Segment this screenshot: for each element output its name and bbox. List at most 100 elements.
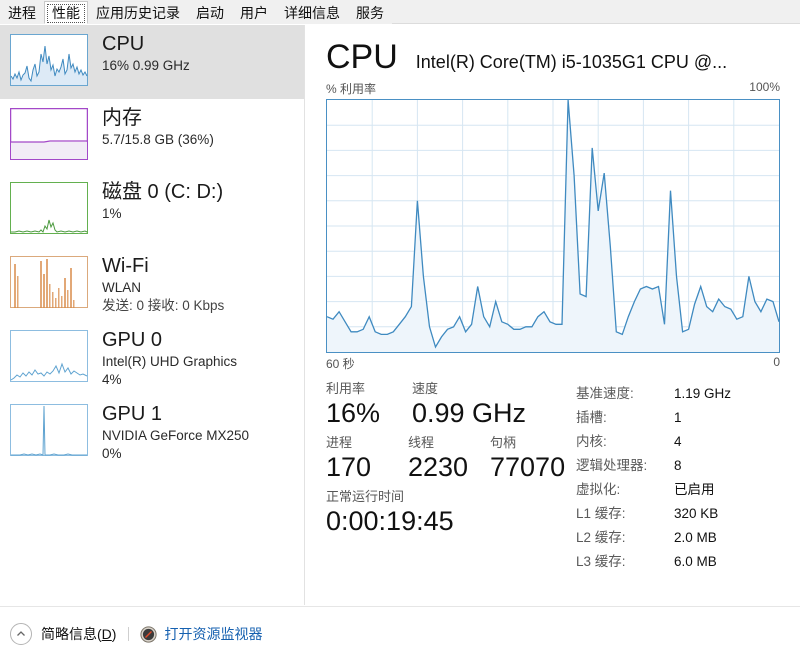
stat-uptime: 正常运行时间 0:00:19:45 bbox=[326, 488, 454, 538]
wifi-text: Wi-Fi WLAN 发送: 0 接收: 0 Kbps bbox=[102, 254, 224, 315]
page-title: CPU bbox=[326, 38, 398, 76]
tab-label: 启动 bbox=[196, 5, 224, 21]
collapse-label-text: 简略信息( bbox=[41, 626, 102, 642]
stat-label: 速度 bbox=[412, 381, 439, 396]
spec-value: 320 KB bbox=[674, 506, 719, 521]
open-resource-monitor-link[interactable]: 打开资源监视器 bbox=[164, 624, 262, 644]
stat-threads: 线程 2230 bbox=[408, 434, 490, 484]
spec-key: 基准速度: bbox=[576, 386, 634, 401]
stats-primary: 利用率 16% 速度 0.99 GHz 进程 170 线程 2230 句柄 77… bbox=[326, 380, 576, 574]
chevron-up-icon bbox=[17, 631, 25, 636]
sidebar-item-wifi[interactable]: Wi-Fi WLAN 发送: 0 接收: 0 Kbps bbox=[0, 247, 304, 321]
tab-label: 用户 bbox=[240, 5, 268, 21]
tab-users[interactable]: 用户 bbox=[232, 1, 276, 24]
collapse-label-close: ) bbox=[111, 626, 117, 642]
status-divider bbox=[128, 627, 130, 641]
collapse-toggle-button[interactable] bbox=[10, 623, 32, 645]
gpu0-sparkline bbox=[10, 330, 88, 382]
gpu1-sparkline bbox=[10, 404, 88, 456]
collapse-label-accesskey: D bbox=[101, 626, 112, 642]
spec-list: 基准速度: 1.19 GHz 插槽: 1 内核: 4 逻辑处理器: 8 虚拟化:… bbox=[576, 382, 780, 574]
task-manager-window: 进程 性能 应用历史记录 启动 用户 详细信息 服务 CPU 16% 0.99 … bbox=[0, 0, 800, 661]
cpu-detail-panel: CPU Intel(R) Core(TM) i5-1035G1 CPU @...… bbox=[306, 25, 800, 605]
sidebar-item-sub: 16% 0.99 GHz bbox=[102, 58, 190, 73]
stat-value: 2230 bbox=[408, 452, 469, 482]
stat-processes: 进程 170 bbox=[326, 434, 408, 484]
sidebar-item-title: GPU 1 bbox=[102, 403, 163, 425]
sidebar-item-sub: WLAN bbox=[102, 280, 142, 295]
status-bar: 简略信息(D) 打开资源监视器 bbox=[0, 606, 800, 661]
spec-key: 内核: bbox=[576, 434, 607, 449]
tab-label: 详细信息 bbox=[284, 5, 340, 21]
sidebar-item-cpu[interactable]: CPU 16% 0.99 GHz bbox=[0, 25, 304, 99]
sidebar-item-title: 内存 bbox=[102, 107, 142, 129]
stat-label: 利用率 bbox=[326, 381, 366, 396]
tab-startup[interactable]: 启动 bbox=[188, 1, 232, 24]
memory-text: 内存 5.7/15.8 GB (36%) bbox=[102, 106, 214, 149]
tab-label: 进程 bbox=[8, 5, 36, 21]
spec-value: 1 bbox=[674, 410, 682, 425]
disk-sparkline bbox=[10, 182, 88, 234]
resource-list: CPU 16% 0.99 GHz 内存 5.7/15.8 GB (36%) 磁盘… bbox=[0, 25, 305, 605]
spec-key: L2 缓存: bbox=[576, 530, 626, 545]
sidebar-item-gpu1[interactable]: GPU 1 NVIDIA GeForce MX250 0% bbox=[0, 395, 304, 469]
spec-virtualization: 虚拟化: 已启用 bbox=[576, 478, 780, 502]
sidebar-item-sub: 5.7/15.8 GB (36%) bbox=[102, 132, 214, 147]
tab-performance[interactable]: 性能 bbox=[44, 1, 88, 24]
stat-value: 77070 bbox=[490, 452, 566, 482]
stat-label: 线程 bbox=[408, 435, 435, 450]
spec-sockets: 插槽: 1 bbox=[576, 406, 780, 430]
sidebar-item-sub2: 发送: 0 接收: 0 Kbps bbox=[102, 298, 225, 313]
tab-label: 性能 bbox=[52, 5, 80, 21]
panel-header: CPU Intel(R) Core(TM) i5-1035G1 CPU @... bbox=[326, 37, 780, 77]
sidebar-item-gpu0[interactable]: GPU 0 Intel(R) UHD Graphics 4% bbox=[0, 321, 304, 395]
spec-l3-cache: L3 缓存: 6.0 MB bbox=[576, 550, 780, 574]
disk-text: 磁盘 0 (C: D:) 1% bbox=[102, 180, 223, 223]
spec-value: 4 bbox=[674, 434, 682, 449]
sidebar-item-sub2: 4% bbox=[102, 372, 122, 387]
tab-services[interactable]: 服务 bbox=[348, 1, 392, 24]
sidebar-item-title: Wi-Fi bbox=[102, 255, 149, 277]
tab-app-history[interactable]: 应用历史记录 bbox=[88, 1, 188, 24]
spec-key: L3 缓存: bbox=[576, 554, 626, 569]
stat-label: 进程 bbox=[326, 435, 353, 450]
collapse-label[interactable]: 简略信息(D) bbox=[41, 624, 116, 644]
cpu-sparkline bbox=[10, 34, 88, 86]
stat-speed: 速度 0.99 GHz bbox=[412, 380, 526, 430]
sidebar-item-memory[interactable]: 内存 5.7/15.8 GB (36%) bbox=[0, 99, 304, 173]
tab-processes[interactable]: 进程 bbox=[0, 1, 44, 24]
y-axis-label: % 利用率 bbox=[326, 82, 377, 96]
stat-value: 170 bbox=[326, 452, 372, 482]
spec-value: 2.0 MB bbox=[674, 530, 717, 545]
spec-l1-cache: L1 缓存: 320 KB bbox=[576, 502, 780, 526]
cpu-utilization-graph[interactable] bbox=[326, 99, 780, 353]
stat-value: 0.99 GHz bbox=[412, 398, 527, 428]
tab-details[interactable]: 详细信息 bbox=[276, 1, 348, 24]
stat-handles: 句柄 77070 bbox=[490, 434, 565, 484]
cpu-text: CPU 16% 0.99 GHz bbox=[102, 32, 190, 75]
spec-value: 8 bbox=[674, 458, 682, 473]
stat-value: 0:00:19:45 bbox=[326, 506, 454, 536]
spec-key: 逻辑处理器: bbox=[576, 458, 648, 473]
spec-cores: 内核: 4 bbox=[576, 430, 780, 454]
wifi-sparkline bbox=[10, 256, 88, 308]
spec-key: 虚拟化: bbox=[576, 482, 621, 497]
cpu-chart-svg bbox=[327, 100, 779, 352]
sidebar-item-sub2: 0% bbox=[102, 446, 122, 461]
stat-row-2: 进程 170 线程 2230 句柄 77070 bbox=[326, 434, 576, 484]
tab-bar: 进程 性能 应用历史记录 启动 用户 详细信息 服务 bbox=[0, 0, 800, 24]
resource-monitor-icon bbox=[140, 625, 158, 643]
x-axis-right: 0 bbox=[773, 355, 780, 369]
sidebar-item-disk0[interactable]: 磁盘 0 (C: D:) 1% bbox=[0, 173, 304, 247]
tab-label: 服务 bbox=[356, 5, 384, 21]
stats-specs: 基准速度: 1.19 GHz 插槽: 1 内核: 4 逻辑处理器: 8 虚拟化:… bbox=[576, 380, 780, 574]
cpu-model-name: Intel(R) Core(TM) i5-1035G1 CPU @... bbox=[415, 52, 728, 72]
spec-value: 6.0 MB bbox=[674, 554, 717, 569]
stat-utilization: 利用率 16% bbox=[326, 380, 412, 430]
gpu1-text: GPU 1 NVIDIA GeForce MX250 0% bbox=[102, 402, 249, 463]
sidebar-item-title: 磁盘 0 (C: D:) bbox=[102, 181, 224, 203]
stat-label: 句柄 bbox=[490, 435, 517, 450]
sidebar-item-title: GPU 0 bbox=[102, 329, 163, 351]
tab-label: 应用历史记录 bbox=[96, 5, 180, 21]
stat-label: 正常运行时间 bbox=[326, 489, 405, 504]
